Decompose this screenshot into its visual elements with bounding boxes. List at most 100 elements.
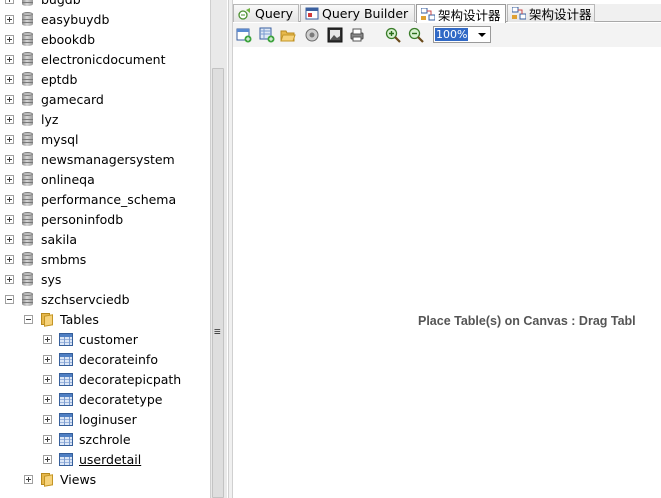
tree-item-label: mysql (41, 132, 79, 147)
chevron-down-icon[interactable] (478, 33, 486, 37)
expand-icon[interactable] (5, 155, 14, 164)
editor-tabs: Query Query Builder 架构设计器 架构设计器 (233, 4, 661, 23)
expand-icon[interactable] (5, 175, 14, 184)
expand-icon[interactable] (43, 375, 52, 384)
expand-icon[interactable] (43, 435, 52, 444)
tree-database-sakila[interactable]: sakila (0, 230, 210, 250)
expand-icon[interactable] (5, 35, 14, 44)
tree-item-label: bugdb (41, 0, 81, 8)
folder-icon (40, 312, 54, 327)
database-icon (22, 292, 33, 307)
tree-folder-tables[interactable]: Tables (0, 310, 210, 330)
tree-table-decoratepicpath[interactable]: decoratepicpath (0, 370, 210, 390)
expand-icon[interactable] (5, 235, 14, 244)
tree-folder-views[interactable]: Views (0, 470, 210, 490)
expand-icon[interactable] (5, 15, 14, 24)
tree-database-personinfodb[interactable]: personinfodb (0, 210, 210, 230)
tree-table-decorateinfo[interactable]: decorateinfo (0, 350, 210, 370)
expand-icon[interactable] (43, 335, 52, 344)
tree-database-lyz[interactable]: lyz (0, 110, 210, 130)
expand-icon[interactable] (5, 195, 14, 204)
table-icon (59, 413, 73, 426)
tree-item-label: szchservciedb (41, 292, 130, 307)
tab-schema-designer-active[interactable]: 架构设计器 (416, 4, 506, 23)
zoom-in-icon[interactable] (385, 27, 401, 43)
database-icon (22, 212, 33, 227)
expand-icon[interactable] (24, 475, 33, 484)
tree-database-performance_schema[interactable]: performance_schema (0, 190, 210, 210)
table-icon (59, 433, 73, 446)
tree-table-decoratetype[interactable]: decoratetype (0, 390, 210, 410)
tree-item-label: decoratepicpath (79, 372, 182, 387)
save-icon[interactable] (304, 27, 320, 43)
tab-query[interactable]: Query (233, 4, 299, 22)
table-icon (59, 393, 73, 406)
export-image-icon[interactable] (327, 27, 343, 43)
tab-query-builder[interactable]: Query Builder (300, 4, 415, 22)
scrollbar-grip-icon: ≡ (214, 325, 221, 338)
tree-item-label: gamecard (41, 92, 104, 107)
tree-table-customer[interactable]: customer (0, 330, 210, 350)
expand-icon[interactable] (5, 215, 14, 224)
tree-item-label: Tables (60, 312, 99, 327)
database-icon (22, 32, 33, 47)
tree-database-easybuydb[interactable]: easybuydb (0, 10, 210, 30)
tree-database-newsmanagersystem[interactable]: newsmanagersystem (0, 150, 210, 170)
expand-icon[interactable] (43, 455, 52, 464)
add-table-icon[interactable] (259, 27, 275, 43)
query-icon (238, 7, 252, 20)
expand-icon[interactable] (5, 95, 14, 104)
database-icon (22, 192, 33, 207)
tree-item-label: szchrole (79, 432, 131, 447)
tab-label: 架构设计器 (529, 7, 592, 22)
database-icon (22, 272, 33, 287)
expand-icon[interactable] (5, 0, 14, 4)
expand-icon[interactable] (43, 395, 52, 404)
tree-item-label: smbms (41, 252, 87, 267)
tree-database-ebookdb[interactable]: ebookdb (0, 30, 210, 50)
object-browser-tree[interactable]: bugdb easybuydb ebookdb electronicdocument e… (0, 0, 210, 498)
tree-database-gamecard[interactable]: gamecard (0, 90, 210, 110)
expand-icon[interactable] (5, 55, 14, 64)
expand-icon[interactable] (5, 75, 14, 84)
query-builder-icon (305, 7, 319, 20)
tree-database-bugdb[interactable]: bugdb (0, 0, 210, 10)
tree-table-loginuser[interactable]: loginuser (0, 410, 210, 430)
database-icon (22, 132, 33, 147)
tree-database-sys[interactable]: sys (0, 270, 210, 290)
tree-item-label: loginuser (79, 412, 137, 427)
collapse-icon[interactable] (24, 315, 33, 324)
expand-icon[interactable] (5, 255, 14, 264)
zoom-out-icon[interactable] (408, 27, 424, 43)
tree-database-szchservciedb[interactable]: szchservciedb (0, 290, 210, 310)
tree-database-smbms[interactable]: smbms (0, 250, 210, 270)
tree-database-electronicdocument[interactable]: electronicdocument (0, 50, 210, 70)
tab-label: Query Builder (322, 6, 409, 21)
tab-label: Query (255, 6, 293, 21)
scrollbar-thumb[interactable] (212, 68, 224, 498)
tree-database-mysql[interactable]: mysql (0, 130, 210, 150)
expand-icon[interactable] (43, 355, 52, 364)
print-icon[interactable] (349, 27, 365, 43)
expand-icon[interactable] (5, 115, 14, 124)
database-icon (22, 0, 33, 7)
tree-item-label: onlineqa (41, 172, 95, 187)
schema-designer-icon (511, 6, 527, 20)
tab-schema-designer[interactable]: 架构设计器 (507, 4, 595, 22)
database-icon (22, 92, 33, 107)
zoom-select[interactable]: 100% (433, 26, 491, 43)
tree-database-eptdb[interactable]: eptdb (0, 70, 210, 90)
expand-icon[interactable] (5, 135, 14, 144)
database-icon (22, 52, 33, 67)
table-icon (59, 453, 73, 466)
tree-item-label: sakila (41, 232, 78, 247)
expand-icon[interactable] (43, 415, 52, 424)
new-schema-icon[interactable] (236, 27, 252, 43)
tree-table-szchrole[interactable]: szchrole (0, 430, 210, 450)
tree-table-userdetail[interactable]: userdetail (0, 450, 210, 470)
schema-canvas[interactable]: Place Table(s) on Canvas : Drag Tabl (233, 47, 661, 498)
expand-icon[interactable] (5, 275, 14, 284)
tree-database-onlineqa[interactable]: onlineqa (0, 170, 210, 190)
open-folder-icon[interactable] (280, 27, 296, 43)
collapse-icon[interactable] (5, 295, 14, 304)
